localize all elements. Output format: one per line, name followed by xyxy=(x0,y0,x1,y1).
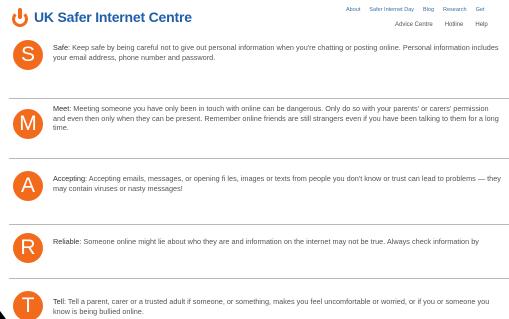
rule-body: : Accepting emails, messages, or opening… xyxy=(53,174,501,193)
rule-body: : Keep safe by being careful not to give… xyxy=(53,43,499,62)
rule-row-meet: M Meet: Meeting someone you have only be… xyxy=(0,98,509,158)
row-divider xyxy=(9,158,509,159)
top-link-get[interactable]: Get xyxy=(476,7,485,13)
row-divider xyxy=(9,98,509,99)
rule-text: Safe: Keep safe by being careful not to … xyxy=(53,43,501,62)
top-link-research[interactable]: Research xyxy=(443,7,467,13)
rule-row-tell: T Tell: Tell a parent, carer or a truste… xyxy=(0,278,509,319)
rule-text: Meet: Meeting someone you have only been… xyxy=(53,104,501,133)
logo-text: UK Safer Internet Centre xyxy=(34,9,192,25)
letter-badge: A xyxy=(13,171,43,201)
letter-badge: S xyxy=(13,40,43,70)
rule-body: : Meeting someone you have only been in … xyxy=(53,104,499,133)
nav-hotline[interactable]: Hotline xyxy=(445,22,464,28)
power-icon xyxy=(10,6,30,28)
rule-body: : Tell a parent, carer or a trusted adul… xyxy=(53,297,490,316)
rule-title: Reliable xyxy=(53,237,80,246)
site-header: UK Safer Internet Centre About Safer Int… xyxy=(0,0,509,34)
rule-row-safe: S Safe: Keep safe by being careful not t… xyxy=(0,34,509,98)
mouse-cursor-icon xyxy=(0,311,6,319)
nav-help[interactable]: Help xyxy=(475,22,487,28)
site-logo[interactable]: UK Safer Internet Centre xyxy=(10,6,192,28)
top-link-blog[interactable]: Blog xyxy=(423,7,434,13)
letter-badge: M xyxy=(13,109,43,139)
rule-title: Safe xyxy=(53,43,69,52)
nav-advice-centre[interactable]: Advice Centre xyxy=(395,22,433,28)
rule-title: Tell xyxy=(53,297,64,306)
letter-badge: T xyxy=(13,291,43,319)
rule-text: Accepting: Accepting emails, messages, o… xyxy=(53,174,501,193)
rule-row-accepting: A Accepting: Accepting emails, messages,… xyxy=(0,158,509,224)
rule-body: : Someone online might lie about who the… xyxy=(79,237,479,246)
rule-title: Accepting xyxy=(53,174,86,183)
top-link-safer-internet-day[interactable]: Safer Internet Day xyxy=(369,7,414,13)
row-divider xyxy=(9,224,509,225)
rule-text: Reliable: Someone online might lie about… xyxy=(53,237,501,247)
row-divider xyxy=(9,278,509,279)
rule-row-reliable: R Reliable: Someone online might lie abo… xyxy=(0,224,509,278)
main-nav: Advice Centre Hotline Help xyxy=(395,22,500,28)
top-link-about[interactable]: About xyxy=(346,7,360,13)
rule-title: Meet xyxy=(53,104,70,113)
letter-badge: R xyxy=(13,233,43,263)
top-nav: About Safer Internet Day Blog Research G… xyxy=(346,7,493,13)
rule-text: Tell: Tell a parent, carer or a trusted … xyxy=(53,297,501,316)
